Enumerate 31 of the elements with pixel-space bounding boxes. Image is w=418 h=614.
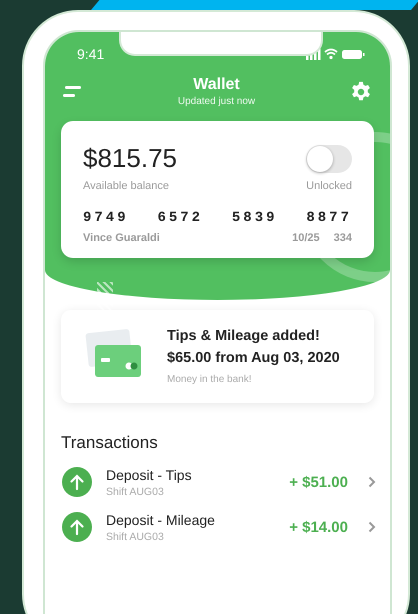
- card-number-group: 5839: [232, 210, 278, 226]
- chevron-right-icon: [368, 476, 376, 488]
- status-time: 9:41: [77, 46, 104, 62]
- card-number-group: 8877: [306, 210, 352, 226]
- notice-title: Tips & Mileage added!: [167, 327, 321, 346]
- chevron-right-icon: [368, 521, 376, 533]
- cardholder-name: Vince Guaraldi: [83, 232, 160, 244]
- settings-icon[interactable]: [350, 80, 372, 102]
- toggle-label: Unlocked: [306, 180, 352, 192]
- notice-note: Money in the bank!: [167, 374, 252, 384]
- screen-title: Wallet: [192, 76, 241, 94]
- transaction-row[interactable]: Deposit - Mileage Shift AUG03 + $14.00: [61, 512, 376, 542]
- transaction-row[interactable]: Deposit - Tips Shift AUG03 + $51.00: [61, 466, 376, 498]
- balance-amount: $815.75: [83, 143, 177, 174]
- transaction-amount: + $51.00: [289, 474, 348, 490]
- section-heading: Transactions: [61, 432, 159, 452]
- transaction-amount: + $14.00: [289, 518, 348, 536]
- lock-toggle[interactable]: [306, 144, 352, 172]
- status-icons: [306, 48, 366, 60]
- menu-icon[interactable]: [63, 84, 83, 98]
- transaction-title: Deposit - Tips: [106, 466, 193, 482]
- transaction-subtitle: Shift AUG03: [106, 486, 165, 498]
- card-cvv: 334: [334, 232, 352, 244]
- card-number-group: 9749: [83, 210, 129, 226]
- card-expiry: 10/25: [292, 232, 320, 244]
- screen-subtitle: Updated just now: [178, 96, 256, 107]
- card-number-group: 6572: [157, 210, 204, 226]
- notice-amount: $65.00 from Aug 03, 2020: [167, 348, 340, 368]
- transaction-title: Deposit - Mileage: [106, 512, 216, 528]
- balance-label: Available balance: [83, 180, 170, 192]
- transaction-subtitle: Shift AUG03: [106, 530, 165, 542]
